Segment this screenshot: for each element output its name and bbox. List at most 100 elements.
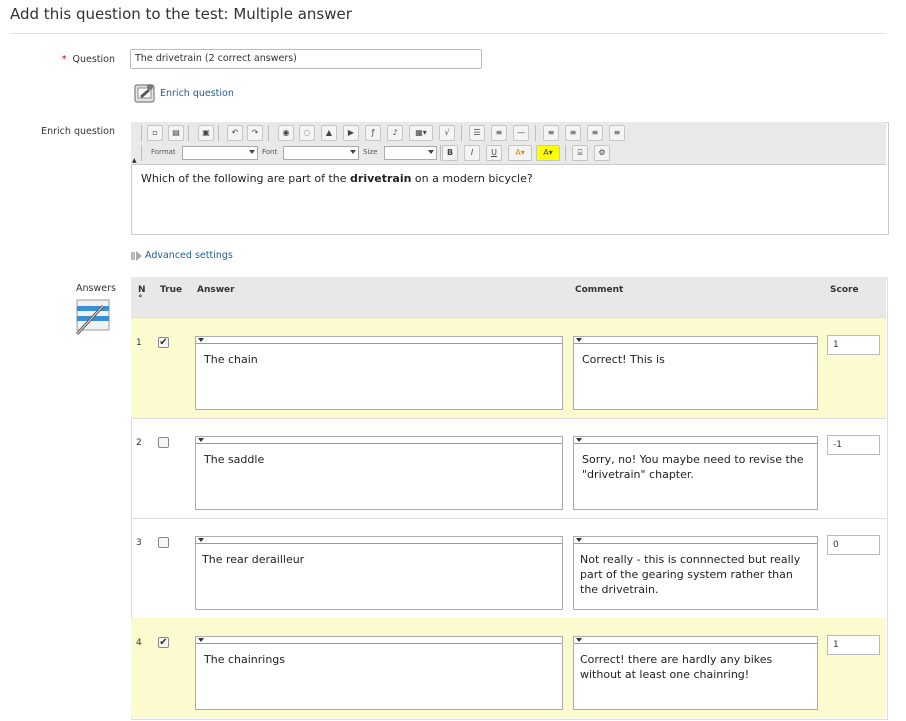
row-number: 2	[136, 438, 142, 448]
header-comment: Comment	[575, 285, 624, 295]
answer-editor[interactable]: The rear derailleur	[195, 536, 563, 610]
table-row: 3 The rear derailleur Not really - this …	[131, 518, 886, 619]
true-checkbox[interactable]: ✔	[158, 337, 169, 348]
comment-editor[interactable]: Sorry, no! You maybe need to revise the …	[573, 436, 818, 510]
advanced-settings-link[interactable]: Advanced settings	[145, 250, 233, 261]
format-select[interactable]	[182, 146, 258, 160]
answers-table-header: N ° True Answer Comment Score	[131, 277, 886, 318]
comment-text: Correct! This is	[582, 353, 665, 366]
comment-editor-toolbar[interactable]	[574, 537, 817, 544]
header-true: True	[160, 285, 183, 295]
answer-editor[interactable]: The saddle	[195, 436, 563, 510]
underline-icon[interactable]: U	[486, 145, 502, 161]
comment-editor-toolbar[interactable]	[574, 637, 817, 644]
question-label-text: Question	[72, 54, 116, 65]
video-icon[interactable]: ▶	[343, 125, 359, 141]
answers-label: Answers	[76, 283, 116, 294]
align-center-icon[interactable]: ≡	[565, 125, 581, 141]
editor-text-post: on a modern bicycle?	[411, 172, 533, 185]
comment-editor[interactable]: Not really - this is connnected but real…	[573, 536, 818, 610]
source-icon[interactable]: ⌸	[572, 145, 588, 161]
text-color-icon[interactable]: A▾	[508, 145, 532, 161]
row-number: 4	[136, 638, 142, 648]
enrich-question-link[interactable]: Enrich question	[160, 88, 234, 99]
answer-editor[interactable]: The chainrings	[195, 636, 563, 710]
unlink-icon[interactable]: ◌	[299, 125, 315, 141]
expand-arrow-icon[interactable]	[131, 251, 143, 261]
link-icon[interactable]: ◉	[278, 125, 294, 141]
true-checkbox[interactable]	[158, 537, 169, 548]
table-icon[interactable]: ▦▾	[409, 125, 433, 141]
settings-icon[interactable]: ⚙	[594, 145, 610, 161]
chevron-down-icon	[350, 150, 356, 154]
editor-content[interactable]: Which of the following are part of the d…	[141, 172, 533, 185]
page-title: Add this question to the test: Multiple …	[10, 5, 352, 23]
image-icon[interactable]: ▲	[321, 125, 337, 141]
question-input[interactable]: The drivetrain (2 correct answers)	[130, 49, 482, 69]
toolbar-separator	[141, 145, 142, 161]
formula-icon[interactable]: √	[439, 125, 455, 141]
size-select[interactable]	[384, 146, 437, 160]
answer-editor-toolbar[interactable]	[196, 637, 562, 644]
horizontal-rule-icon[interactable]: —	[513, 125, 529, 141]
enrich-question-label: Enrich question	[41, 126, 115, 137]
question-label: * Question	[5, 54, 115, 65]
header-score: Score	[830, 285, 859, 295]
required-mark: *	[61, 54, 67, 65]
font-label: Font	[262, 148, 278, 156]
answer-editor-toolbar[interactable]	[196, 337, 562, 344]
editor-text-bold: drivetrain	[350, 172, 412, 185]
answer-text: The chainrings	[204, 653, 286, 666]
answer-text: The rear derailleur	[202, 553, 305, 566]
score-input[interactable]: 0	[827, 535, 880, 555]
toolbar-separator	[461, 125, 462, 141]
table-row: 2 The saddle Sorry, no! You maybe need t…	[131, 418, 886, 519]
undo-icon[interactable]: ↶	[227, 125, 243, 141]
format-label: Format	[151, 148, 176, 156]
comment-editor[interactable]: Correct! there are hardly any bikes with…	[573, 636, 818, 710]
chevron-down-icon	[428, 150, 434, 154]
title-divider	[10, 33, 886, 34]
audio-icon[interactable]: ♪	[387, 125, 403, 141]
score-input[interactable]: -1	[827, 435, 880, 455]
editor-text-pre: Which of the following are part of the	[141, 172, 351, 185]
answer-editor[interactable]: The chain	[195, 336, 563, 410]
answer-text: The saddle	[204, 453, 265, 466]
table-row: 1 ✔ The chain Correct! This is 1	[131, 318, 886, 419]
toolbar-separator	[268, 125, 269, 141]
row-number: 1	[136, 338, 142, 348]
align-left-icon[interactable]: ≡	[543, 125, 559, 141]
toolbar-separator	[188, 125, 189, 141]
new-page-icon[interactable]: ▫	[147, 125, 163, 141]
score-input[interactable]: 1	[827, 635, 880, 655]
bullet-list-icon[interactable]: ☰	[469, 125, 485, 141]
redo-icon[interactable]: ↷	[247, 125, 263, 141]
italic-icon[interactable]: I	[464, 145, 480, 161]
flash-icon[interactable]: ƒ	[365, 125, 381, 141]
toolbar-separator	[440, 145, 441, 161]
score-input[interactable]: 1	[827, 335, 880, 355]
comment-editor[interactable]: Correct! This is	[573, 336, 818, 410]
toolbar-separator	[141, 125, 142, 141]
true-checkbox[interactable]: ✔	[158, 637, 169, 648]
bold-icon[interactable]: B	[442, 145, 458, 161]
numbered-list-icon[interactable]: ≡	[491, 125, 507, 141]
paste-icon[interactable]: ▣	[198, 125, 214, 141]
comment-editor-toolbar[interactable]	[574, 337, 817, 344]
answer-editor-toolbar[interactable]	[196, 537, 562, 544]
copy-icon[interactable]: ▤	[168, 125, 184, 141]
background-color-icon[interactable]: A▾	[536, 145, 560, 161]
font-select[interactable]	[283, 146, 359, 160]
header-answer: Answer	[197, 285, 235, 295]
enrich-icon[interactable]	[134, 82, 156, 104]
collapse-toolbar-icon[interactable]: ▲	[132, 157, 137, 164]
header-n-sub: °	[138, 294, 143, 304]
answer-editor-toolbar[interactable]	[196, 437, 562, 444]
align-right-icon[interactable]: ≡	[587, 125, 603, 141]
chevron-down-icon	[249, 150, 255, 154]
table-row: 4 ✔ The chainrings Correct! there are ha…	[131, 618, 886, 718]
comment-editor-toolbar[interactable]	[574, 437, 817, 444]
editor-toolbar: ▫ ▤ ▣ ↶ ↷ ◉ ◌ ▲ ▶ ƒ ♪ ▦▾ √ ☰ ≡ — ≡ ≡ ≡ ≡…	[131, 122, 886, 165]
justify-icon[interactable]: ≡	[609, 125, 625, 141]
true-checkbox[interactable]	[158, 437, 169, 448]
